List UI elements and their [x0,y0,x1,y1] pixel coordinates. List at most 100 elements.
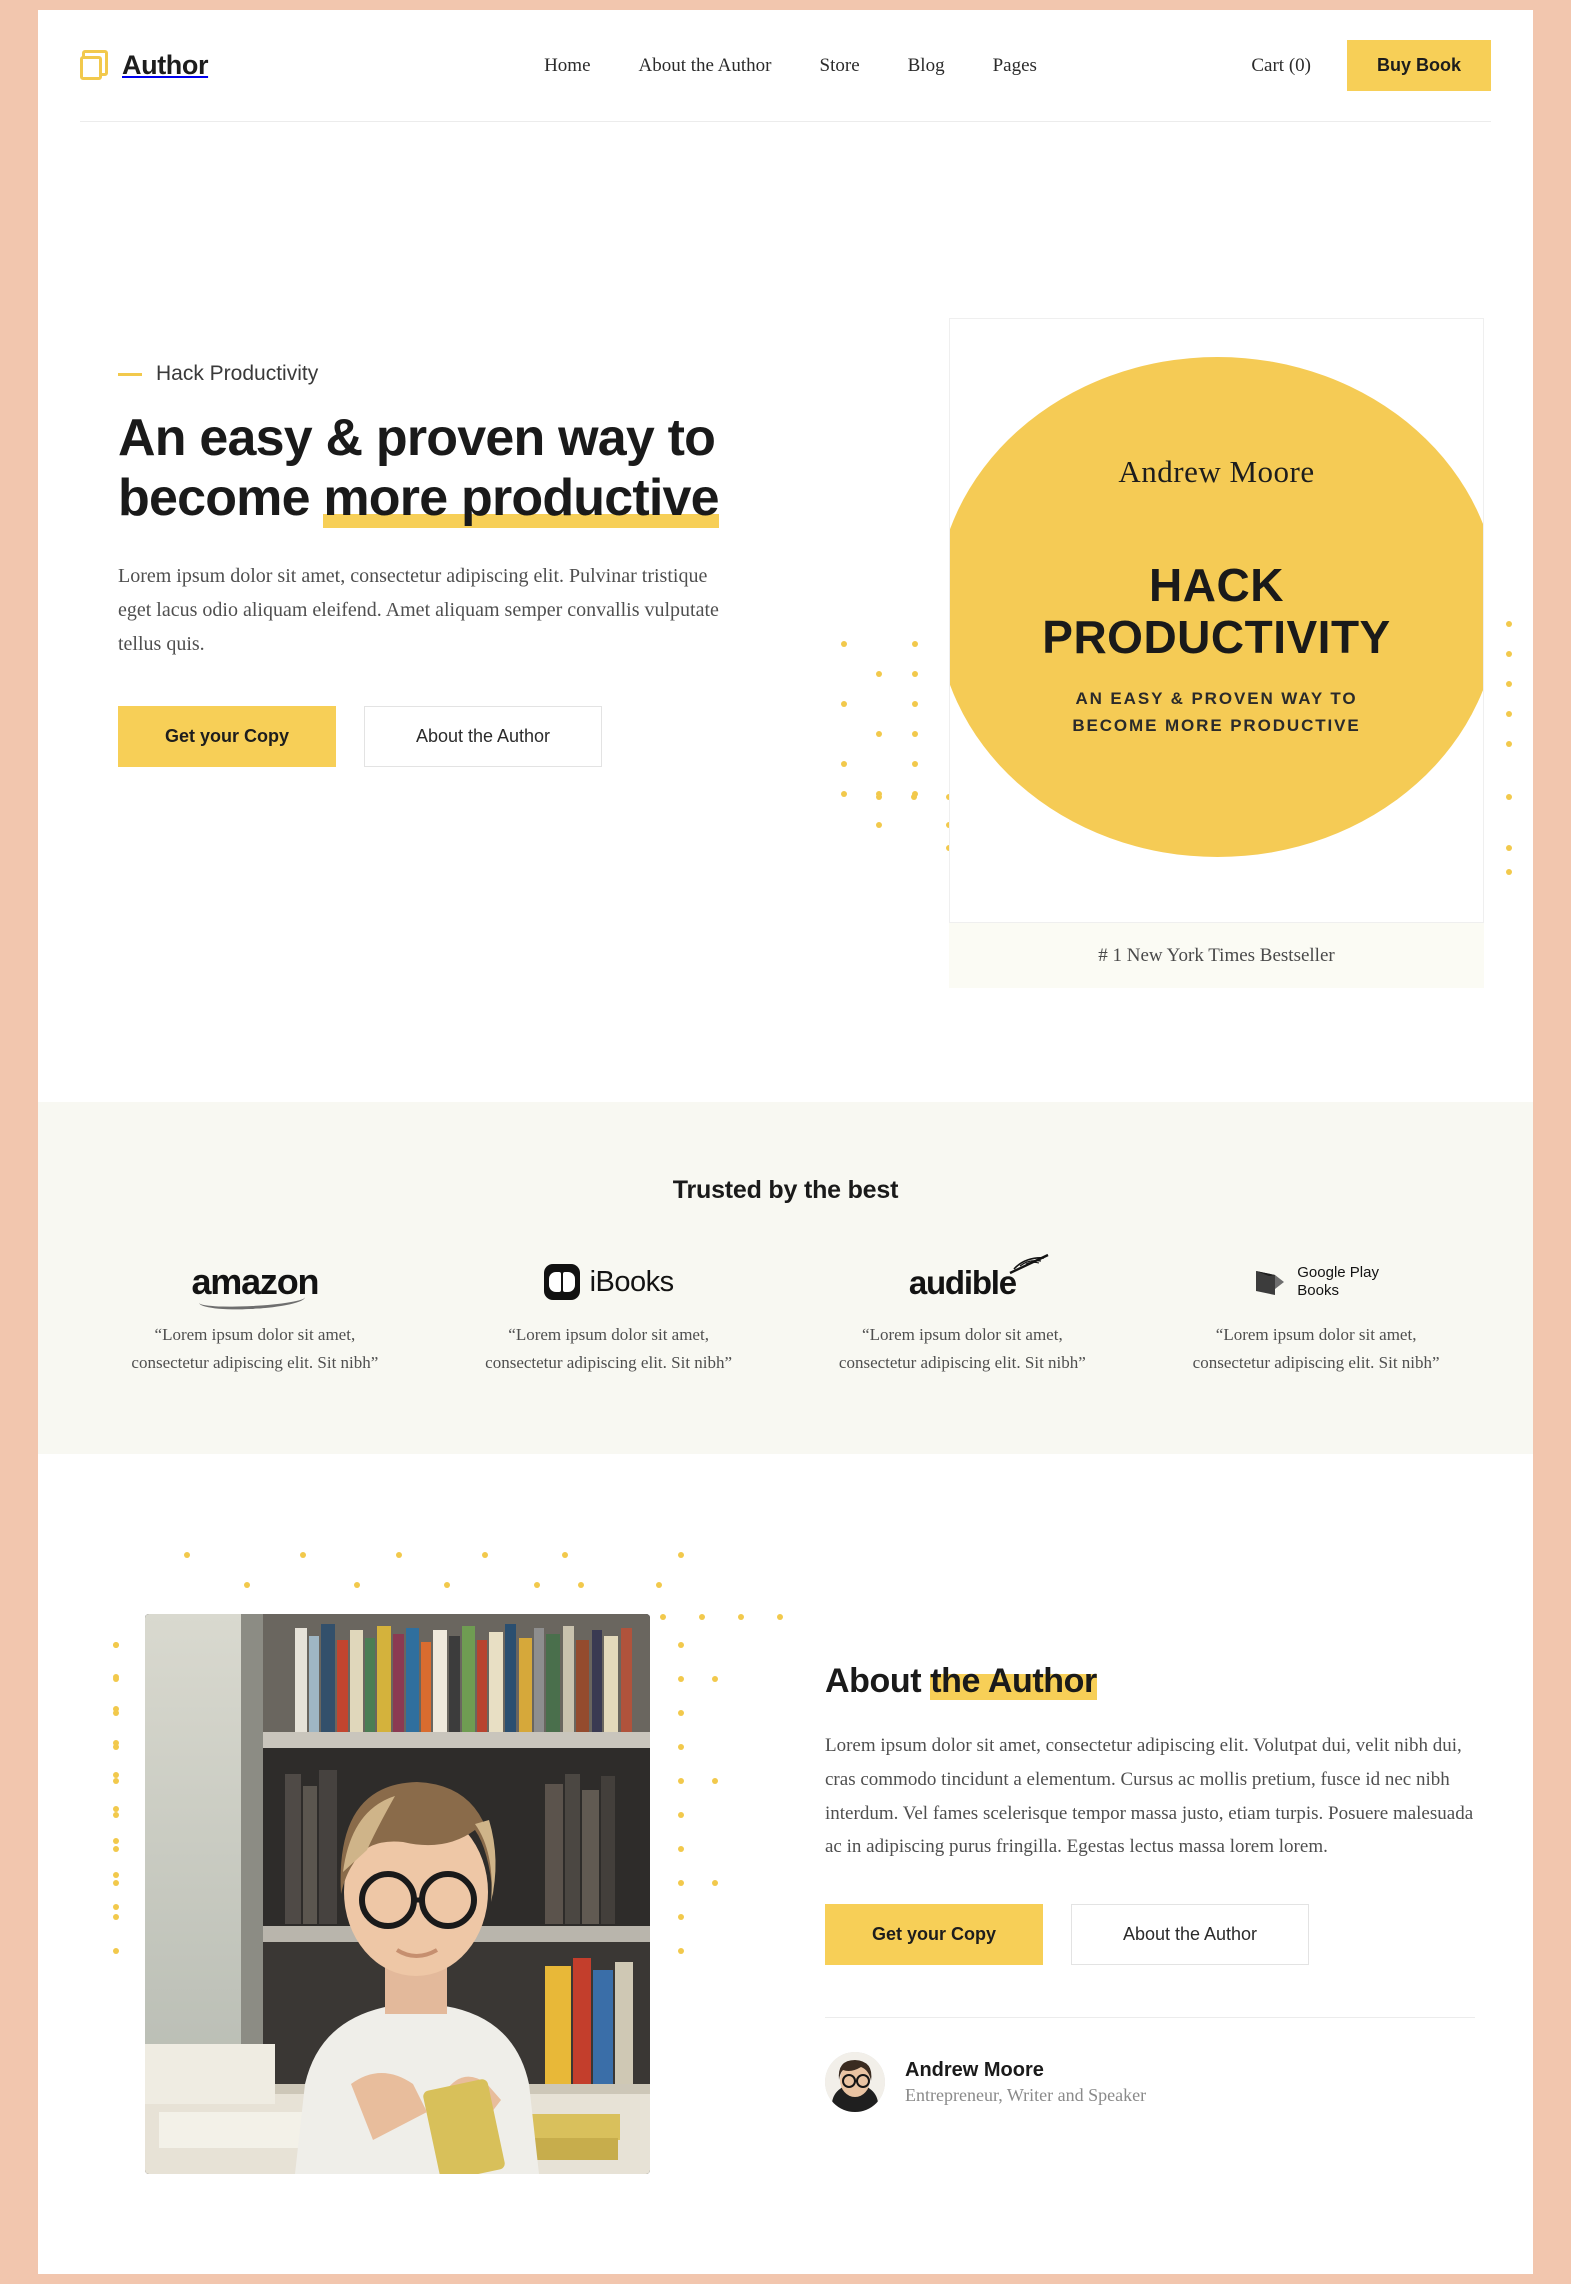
brand-quote: “Lorem ipsum dolor sit amet, consectetur… [812,1321,1112,1376]
cart-link[interactable]: Cart (0) [1251,55,1311,77]
decorative-dot [113,1846,119,1852]
header-actions: Cart (0) Buy Book [1161,40,1491,91]
decorative-dot [678,1880,684,1886]
audible-logo: audible [786,1253,1140,1309]
decorative-dot [113,1642,119,1648]
brand-item-ibooks: iBooks “Lorem ipsum dolor sit amet, cons… [432,1255,786,1376]
cover-subtitle-line1: AN EASY & PROVEN WAY TO [1075,689,1358,709]
nav-item-pages[interactable]: Pages [993,55,1037,77]
decorative-dot [1506,621,1512,627]
gpb-line1: Google Play [1297,1263,1379,1281]
decorative-dot [712,1676,718,1682]
about-the-author-button[interactable]: About the Author [364,705,602,767]
hero-copy: Hack Productivity An easy & proven way t… [118,362,848,767]
nav-item-blog[interactable]: Blog [908,55,945,77]
brand-logo-link[interactable]: Author [80,49,410,82]
decorative-dot [1506,845,1512,851]
cover-subtitle-line2: BECOME MORE PRODUCTIVE [1072,716,1361,736]
about-get-your-copy-button[interactable]: Get your Copy [825,1904,1043,1966]
decorative-dot [1506,651,1512,657]
cover-subtitle: AN EASY & PROVEN WAY TO BECOME MORE PROD… [950,685,1483,739]
audible-wordmark: audible [908,1263,1017,1301]
decorative-dot [113,1838,119,1844]
decorative-dot [113,1740,119,1746]
trusted-section: Trusted by the best amazon “Lorem ipsum … [38,1102,1533,1454]
decorative-dot [113,1914,119,1920]
ibooks-logo: iBooks [432,1255,786,1309]
decorative-dot [482,1552,488,1558]
buy-book-button[interactable]: Buy Book [1346,40,1491,91]
decorative-dot [578,1582,584,1588]
google-play-books-logo: Google Play Books [1139,1255,1493,1309]
decorative-dot [678,1948,684,1954]
google-play-books-wordmark: Google Play Books [1297,1264,1379,1301]
brand-quote-line1: “Lorem ipsum dolor sit amet, [1215,1325,1417,1344]
brand-item-amazon: amazon “Lorem ipsum dolor sit amet, cons… [78,1255,432,1376]
brand-name: Author [122,50,209,80]
nav-item-home[interactable]: Home [544,55,590,77]
decorative-dot [396,1552,402,1558]
author-meta: Andrew Moore Entrepreneur, Writer and Sp… [905,2059,1146,2106]
decorative-dot [678,1710,684,1716]
decorative-dot [912,701,918,707]
decorative-dot [354,1582,360,1588]
decorative-dot [738,1614,744,1620]
decorative-dot [562,1552,568,1558]
book-cover[interactable]: Andrew Moore HACK PRODUCTIVITY AN EASY &… [949,318,1484,923]
about-the-author-button-2[interactable]: About the Author [1071,1904,1309,1966]
audible-swoosh-icon [1009,1253,1049,1274]
decorative-dot [678,1642,684,1648]
decorative-dot [113,1772,119,1778]
decorative-dot [678,1744,684,1750]
bestseller-badge: # 1 New York Times Bestseller [949,923,1484,988]
author-photo [145,1614,650,2174]
brand-quote-line2: consectetur adipiscing elit. Sit nibh” [131,1352,379,1372]
book-showcase: Andrew Moore HACK PRODUCTIVITY AN EASY &… [949,318,1484,988]
decorative-dot [113,1676,119,1682]
hero-section: Hack Productivity An easy & proven way t… [38,122,1533,1102]
about-button-row: Get your Copy About the Author [825,1904,1475,1966]
decorative-dot [184,1552,190,1558]
decorative-dot [912,641,918,647]
cover-author-name: Andrew Moore [1118,454,1315,489]
decorative-dot [699,1614,705,1620]
divider [825,2017,1475,2019]
decorative-dot [712,1778,718,1784]
decorative-dot [678,1812,684,1818]
brand-quote-line2: consectetur adipiscing elit. Sit nibh” [485,1352,733,1372]
decorative-dot [712,1880,718,1886]
get-your-copy-button[interactable]: Get your Copy [118,705,336,767]
dash-icon [118,372,142,376]
about-title-highlight: the Author [930,1662,1097,1700]
decorative-dot [678,1778,684,1784]
decorative-dot [1506,711,1512,717]
hero-paragraph: Lorem ipsum dolor sit amet, consectetur … [118,564,719,656]
book-icon [80,49,110,82]
decorative-dot [841,791,847,797]
about-copy: About the Author Lorem ipsum dolor sit a… [825,1662,1475,2113]
brand-item-audible: audible “Lorem ipsum dolor sit amet, con… [786,1253,1140,1376]
decorative-dot [113,1642,119,1648]
hero-eyebrow: Hack Productivity [118,362,848,386]
about-paragraph: Lorem ipsum dolor sit amet, consectetur … [825,1735,1474,1858]
brand-quote-line1: “Lorem ipsum dolor sit amet, [508,1325,709,1344]
gpb-line2: Books [1297,1282,1339,1299]
decorative-dot [678,1552,684,1558]
brand-quote-line1: “Lorem ipsum dolor sit amet, [862,1325,1063,1344]
page-canvas: Author Home About the Author Store Blog … [38,10,1533,2274]
decorative-dot [113,1706,119,1712]
cover-title: HACK PRODUCTIVITY [950,559,1483,663]
main-navigation: Home About the Author Store Blog Pages [410,55,1161,77]
hero-title-line1: An easy & proven way to [118,409,716,467]
hero-title-line2-plain: become [118,469,324,528]
decorative-dot [678,1914,684,1920]
hero-title-line2-highlight: more productive [323,469,720,529]
decorative-dot [244,1582,250,1588]
nav-item-store[interactable]: Store [820,55,860,77]
decorative-dot [912,731,918,737]
open-book-icon [543,1264,580,1300]
nav-item-about[interactable]: About the Author [639,55,772,77]
hero-button-row: Get your Copy About the Author [118,705,848,767]
decorative-dot [876,791,882,797]
decorative-dot [876,822,882,828]
